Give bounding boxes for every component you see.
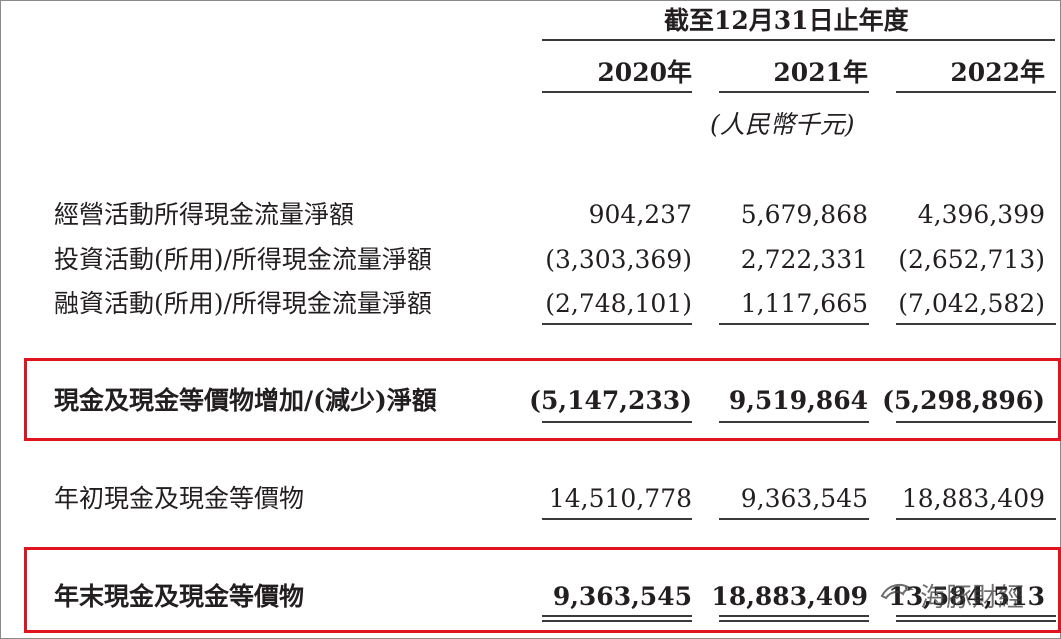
closing-2021: 18,883,409	[711, 582, 868, 611]
year-header-2020: 2020年	[597, 58, 692, 87]
closing-double-rule-bottom-2021	[719, 620, 869, 622]
closing-double-rule-bottom-2022	[896, 620, 1056, 622]
row-investing-2022: (2,652,713)	[898, 245, 1045, 274]
period-header: 截至12月31日止年度	[664, 6, 909, 35]
row-investing-2020: (3,303,369)	[545, 245, 692, 274]
net-change-2020: (5,147,233)	[529, 386, 692, 415]
closing-label: 年末現金及現金等價物	[54, 582, 305, 611]
row-operating-2022: 4,396,399	[917, 200, 1045, 229]
opening-2020: 14,510,778	[548, 484, 692, 513]
row-financing-2021: 1,117,665	[740, 289, 868, 318]
net-change-label: 現金及現金等價物增加/(減少)淨額	[54, 386, 437, 415]
opening-rule-2021	[719, 518, 869, 520]
year-rule-2020	[542, 91, 692, 93]
row-financing-2020: (2,748,101)	[545, 289, 692, 318]
year-header-2022: 2022年	[950, 58, 1045, 87]
net-change-2022: (5,298,896)	[882, 386, 1045, 415]
net-rule-2022	[896, 421, 1056, 423]
closing-double-rule-top-2021	[719, 615, 869, 617]
subtotal-rule-2020	[542, 323, 692, 325]
row-operating-2021: 5,679,868	[740, 200, 868, 229]
year-header-2021: 2021年	[773, 58, 868, 87]
row-financing-2022: (7,042,582)	[898, 289, 1045, 318]
row-investing-2021: 2,722,331	[740, 245, 868, 274]
document-frame	[0, 0, 1061, 639]
row-operating-2020: 904,237	[588, 200, 692, 229]
unit-label: (人民幣千元)	[710, 110, 855, 139]
closing-2020: 9,363,545	[552, 582, 692, 611]
row-financing-label: 融資活動(所用)/所得現金流量淨額	[54, 289, 432, 318]
net-change-2021: 9,519,864	[728, 386, 868, 415]
watermark-text: 海豚財經	[920, 583, 1025, 613]
subtotal-rule-2022	[896, 323, 1056, 325]
period-header-rule	[542, 39, 1055, 41]
net-rule-2020	[542, 421, 692, 423]
year-rule-2022	[896, 91, 1056, 93]
row-investing-label: 投資活動(所用)/所得現金流量淨額	[54, 245, 432, 274]
subtotal-rule-2021	[719, 323, 869, 325]
closing-double-rule-bottom-2020	[542, 620, 692, 622]
opening-2022: 18,883,409	[901, 484, 1045, 513]
opening-rule-2020	[542, 518, 692, 520]
year-rule-2021	[719, 91, 869, 93]
row-operating-label: 經營活動所得現金流量淨額	[54, 200, 355, 229]
opening-label: 年初現金及現金等價物	[54, 484, 305, 513]
net-rule-2021	[719, 421, 869, 423]
dolphin-icon	[880, 583, 914, 600]
opening-2021: 9,363,545	[740, 484, 868, 513]
opening-rule-2022	[896, 518, 1056, 520]
closing-double-rule-top-2022	[896, 615, 1056, 617]
closing-double-rule-top-2020	[542, 615, 692, 617]
